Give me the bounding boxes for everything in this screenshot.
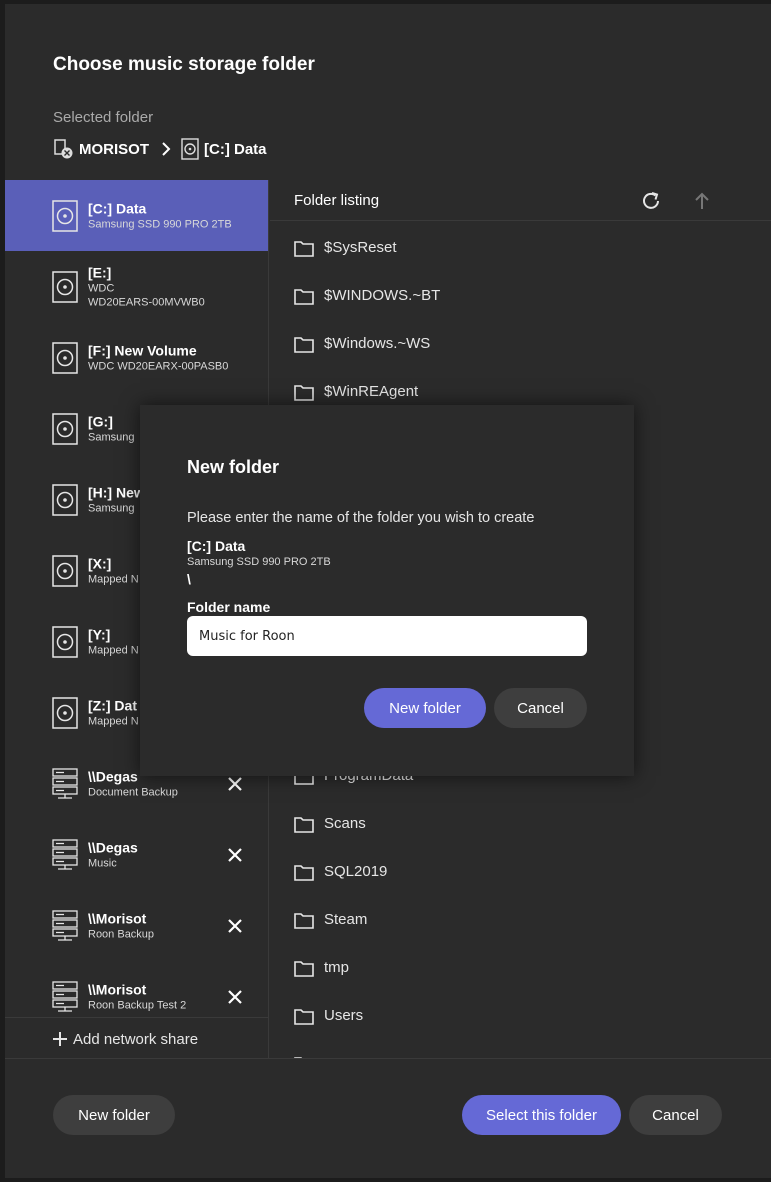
- drive-item[interactable]: [E:] WDC WD20EARS-00MVWB0: [5, 251, 268, 322]
- drive-item-text: [C:] Data Samsung SSD 990 PRO 2TB: [88, 200, 248, 231]
- folder-icon: [294, 817, 314, 833]
- folder-listing-label: Folder listing: [294, 192, 380, 209]
- hard-drive-icon: [181, 138, 199, 160]
- network-server-icon: [52, 909, 78, 941]
- page-title: Choose music storage folder: [53, 54, 315, 75]
- hard-drive-icon: [52, 341, 78, 374]
- folder-item[interactable]: tmp: [270, 945, 771, 993]
- footer-bar: New folder Select this folder Cancel: [5, 1058, 771, 1178]
- breadcrumb: MORISOT [C:] Data: [53, 136, 267, 162]
- hard-drive-icon: [52, 483, 78, 516]
- drive-description: Roon Backup: [88, 928, 155, 940]
- new-folder-button[interactable]: New folder: [53, 1095, 175, 1135]
- drive-item-text: \\Morisot Roon Backup Test 2: [88, 981, 248, 1012]
- breadcrumb-computer[interactable]: MORISOT: [79, 141, 149, 158]
- network-share-item[interactable]: \\Degas Music: [5, 819, 268, 890]
- folder-icon: [294, 241, 314, 257]
- new-folder-dialog: New folder Please enter the name of the …: [140, 405, 634, 776]
- add-network-share-label: Add network share: [73, 1031, 199, 1048]
- network-server-icon: [52, 980, 78, 1012]
- drive-name: \\Degas: [88, 839, 138, 855]
- network-server-icon: [52, 767, 78, 799]
- folder-item[interactable]: $Windows.~WS: [270, 321, 771, 369]
- hard-drive-icon: [52, 696, 78, 729]
- drive-name: \\Morisot: [88, 910, 147, 926]
- drive-description: Roon Backup Test 2: [88, 999, 187, 1011]
- plus-icon: [53, 1032, 67, 1046]
- folder-name: $Windows.~WS: [324, 335, 431, 352]
- folder-name: Users: [324, 1007, 364, 1024]
- drive-item[interactable]: [F:] New Volume WDC WD20EARX-00PASB0: [5, 322, 268, 393]
- dialog-cancel-button[interactable]: Cancel: [494, 688, 587, 728]
- arrow-up-icon[interactable]: [693, 191, 711, 211]
- drive-item-text: \\Morisot Roon Backup: [88, 910, 248, 941]
- hard-drive-icon: [52, 625, 78, 658]
- new-folder-prompt: Please enter the name of the folder you …: [187, 510, 535, 526]
- drive-description: Document Backup: [88, 786, 178, 798]
- drive-item[interactable]: [C:] Data Samsung SSD 990 PRO 2TB: [5, 180, 268, 251]
- drive-item-text: [E:] WDC WD20EARS-00MVWB0: [88, 264, 248, 309]
- confirm-new-folder-button[interactable]: New folder: [364, 688, 486, 728]
- folder-item[interactable]: $SysReset: [270, 225, 771, 273]
- selected-folder-label: Selected folder: [53, 109, 154, 126]
- drive-description: WDC WD20EARX-00PASB0: [88, 360, 229, 372]
- hard-drive-icon: [52, 412, 78, 445]
- folder-icon: [294, 961, 314, 977]
- folder-icon: [294, 865, 314, 881]
- drive-description: WD20EARS-00MVWB0: [88, 296, 205, 308]
- chevron-right-icon: [162, 142, 171, 156]
- folder-icon: [294, 1009, 314, 1025]
- drive-item-text: \\Degas Music: [88, 839, 248, 870]
- drive-name: [C:] Data: [88, 200, 147, 216]
- new-folder-dialog-title: New folder: [187, 457, 280, 477]
- folder-icon: [294, 289, 314, 305]
- folder-icon: [294, 913, 314, 929]
- folder-listing-header: Folder listing: [270, 180, 771, 221]
- target-drive-model: Samsung SSD 990 PRO 2TB: [187, 556, 331, 568]
- hard-drive-icon: [52, 270, 78, 303]
- hard-drive-icon: [52, 199, 78, 232]
- folder-item[interactable]: SQL2019: [270, 849, 771, 897]
- folder-icon: [294, 385, 314, 401]
- remove-share-icon[interactable]: [227, 918, 243, 934]
- folder-item[interactable]: VorgoFLD: [270, 1041, 771, 1058]
- drive-name: \\Morisot: [88, 981, 147, 997]
- folder-item[interactable]: Scans: [270, 801, 771, 849]
- folder-name-label: Folder name: [187, 599, 271, 615]
- folder-name: Scans: [324, 815, 366, 832]
- folder-item[interactable]: Users: [270, 993, 771, 1041]
- select-this-folder-button[interactable]: Select this folder: [462, 1095, 621, 1135]
- remove-share-icon[interactable]: [227, 847, 243, 863]
- drive-description: WDC: [88, 282, 115, 294]
- folder-name: tmp: [324, 959, 350, 976]
- refresh-icon[interactable]: [640, 190, 662, 212]
- folder-item[interactable]: Steam: [270, 897, 771, 945]
- add-network-share-button[interactable]: Add network share: [5, 1017, 268, 1058]
- remove-share-icon[interactable]: [227, 989, 243, 1005]
- folder-icon: [294, 337, 314, 353]
- network-share-item[interactable]: \\Morisot Roon Backup: [5, 890, 268, 961]
- folder-name: $WINDOWS.~BT: [324, 287, 441, 304]
- drive-item-text: [F:] New Volume WDC WD20EARX-00PASB0: [88, 342, 248, 373]
- cancel-button[interactable]: Cancel: [629, 1095, 722, 1135]
- network-server-icon: [52, 838, 78, 870]
- hard-drive-icon: [52, 554, 78, 587]
- target-drive-name: [C:] Data: [187, 538, 246, 554]
- drive-name: [E:]: [88, 264, 112, 280]
- remove-share-icon[interactable]: [227, 776, 243, 792]
- drive-description: Music: [88, 857, 117, 869]
- folder-item[interactable]: $WINDOWS.~BT: [270, 273, 771, 321]
- folder-name: $SysReset: [324, 239, 397, 256]
- drive-name: [F:] New Volume: [88, 342, 197, 358]
- folder-name: $WinREAgent: [324, 383, 419, 400]
- computer-icon: [54, 139, 73, 159]
- target-path: \: [187, 571, 191, 587]
- folder-name: SQL2019: [324, 863, 388, 880]
- folder-name: Steam: [324, 911, 368, 928]
- drive-description: Samsung SSD 990 PRO 2TB: [88, 218, 232, 230]
- folder-name-input[interactable]: [187, 616, 587, 656]
- breadcrumb-drive[interactable]: [C:] Data: [204, 141, 267, 158]
